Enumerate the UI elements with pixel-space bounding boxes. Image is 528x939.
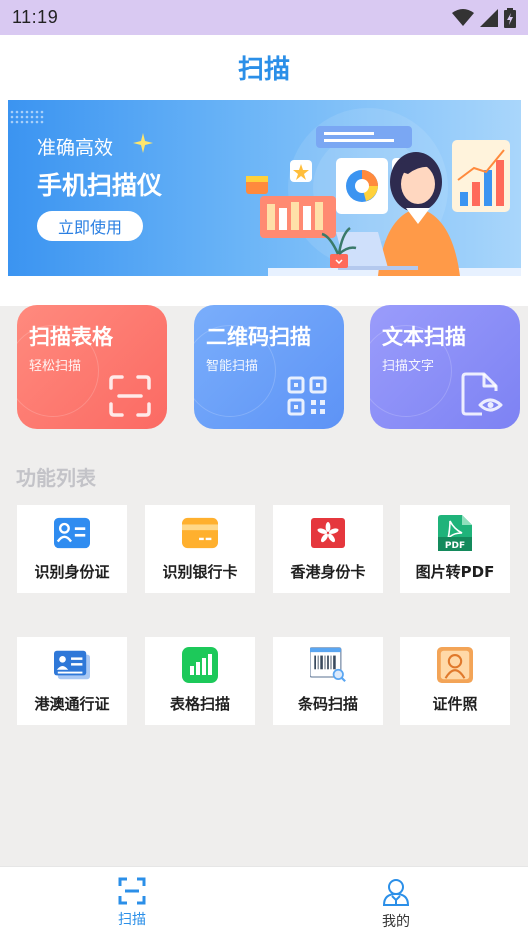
tile-bank-card[interactable]: 识别银行卡: [145, 505, 255, 593]
tile-image-to-pdf[interactable]: PDF 图片转PDF: [400, 505, 510, 593]
card-subtitle: 智能扫描: [206, 359, 259, 374]
id-photo-icon: [437, 647, 473, 683]
tile-pass-permit[interactable]: 港澳通行证: [17, 637, 127, 725]
cell-signal-icon: [480, 8, 498, 27]
tile-id-card[interactable]: 识别身份证: [17, 505, 127, 593]
card-text-scan[interactable]: 文本扫描 扫描文字: [370, 305, 520, 429]
banner-subtitle: 准确高效: [37, 137, 114, 159]
tile-label: 香港身份卡: [290, 563, 366, 581]
page-title: 扫描: [237, 54, 290, 85]
card-subtitle: 扫描文字: [382, 359, 435, 374]
bank-card-icon: [182, 517, 218, 549]
section-title: 功能列表: [16, 466, 96, 490]
bottom-tab-bar: 扫描 我的: [0, 866, 528, 939]
scan-frame-icon: [109, 375, 151, 417]
pass-permit-icon: [54, 650, 90, 680]
profile-icon: [382, 879, 410, 906]
office-illustration: [246, 108, 521, 276]
pdf-icon: PDF: [438, 515, 472, 551]
scan-icon: [118, 877, 146, 905]
tile-label: 识别身份证: [34, 563, 110, 581]
status-bar: 11:19: [0, 0, 528, 35]
card-title: 扫描表格: [29, 325, 113, 349]
tile-id-photo[interactable]: 证件照: [400, 637, 510, 725]
tile-label: 条码扫描: [297, 695, 358, 713]
tile-label: 港澳通行证: [34, 695, 110, 713]
tile-label: 识别银行卡: [162, 563, 238, 581]
tile-label: 表格扫描: [169, 695, 230, 713]
use-now-button[interactable]: 立即使用: [37, 211, 143, 241]
banner-section: 准确高效 手机扫描仪 立即使用: [0, 99, 528, 306]
barcode-icon: [310, 647, 346, 683]
app-header: 扫描: [0, 35, 528, 99]
tile-table-scan[interactable]: 表格扫描: [145, 637, 255, 725]
tab-label: 我的: [382, 914, 410, 930]
tab-mine[interactable]: 我的: [356, 877, 436, 931]
tile-barcode-scan[interactable]: 条码扫描: [273, 637, 383, 725]
banner-title: 手机扫描仪: [37, 171, 163, 200]
document-eye-icon: [461, 372, 503, 416]
svg-text:PDF: PDF: [445, 541, 465, 551]
status-time: 11:19: [12, 7, 59, 27]
promo-banner[interactable]: 准确高效 手机扫描仪 立即使用: [8, 100, 521, 276]
card-title: 二维码扫描: [206, 325, 311, 349]
card-title: 文本扫描: [382, 325, 466, 349]
battery-icon: [504, 7, 516, 28]
hk-id-icon: [311, 518, 345, 548]
status-icons: [452, 7, 516, 28]
tab-scan[interactable]: 扫描: [92, 877, 172, 929]
card-subtitle: 轻松扫描: [29, 359, 82, 374]
tab-label: 扫描: [118, 912, 146, 928]
card-scan-table[interactable]: 扫描表格 轻松扫描: [17, 305, 167, 429]
tile-hk-id[interactable]: 香港身份卡: [273, 505, 383, 593]
table-chart-icon: [182, 647, 218, 683]
dots-decoration-icon: [10, 110, 44, 124]
tile-label: 证件照: [432, 695, 478, 713]
wifi-icon: [452, 8, 474, 26]
qr-code-icon: [287, 376, 327, 416]
card-qr-scan[interactable]: 二维码扫描 智能扫描: [194, 305, 344, 429]
sparkle-icon: [133, 133, 153, 153]
tile-label: 图片转PDF: [415, 563, 495, 581]
id-card-icon: [54, 517, 90, 549]
